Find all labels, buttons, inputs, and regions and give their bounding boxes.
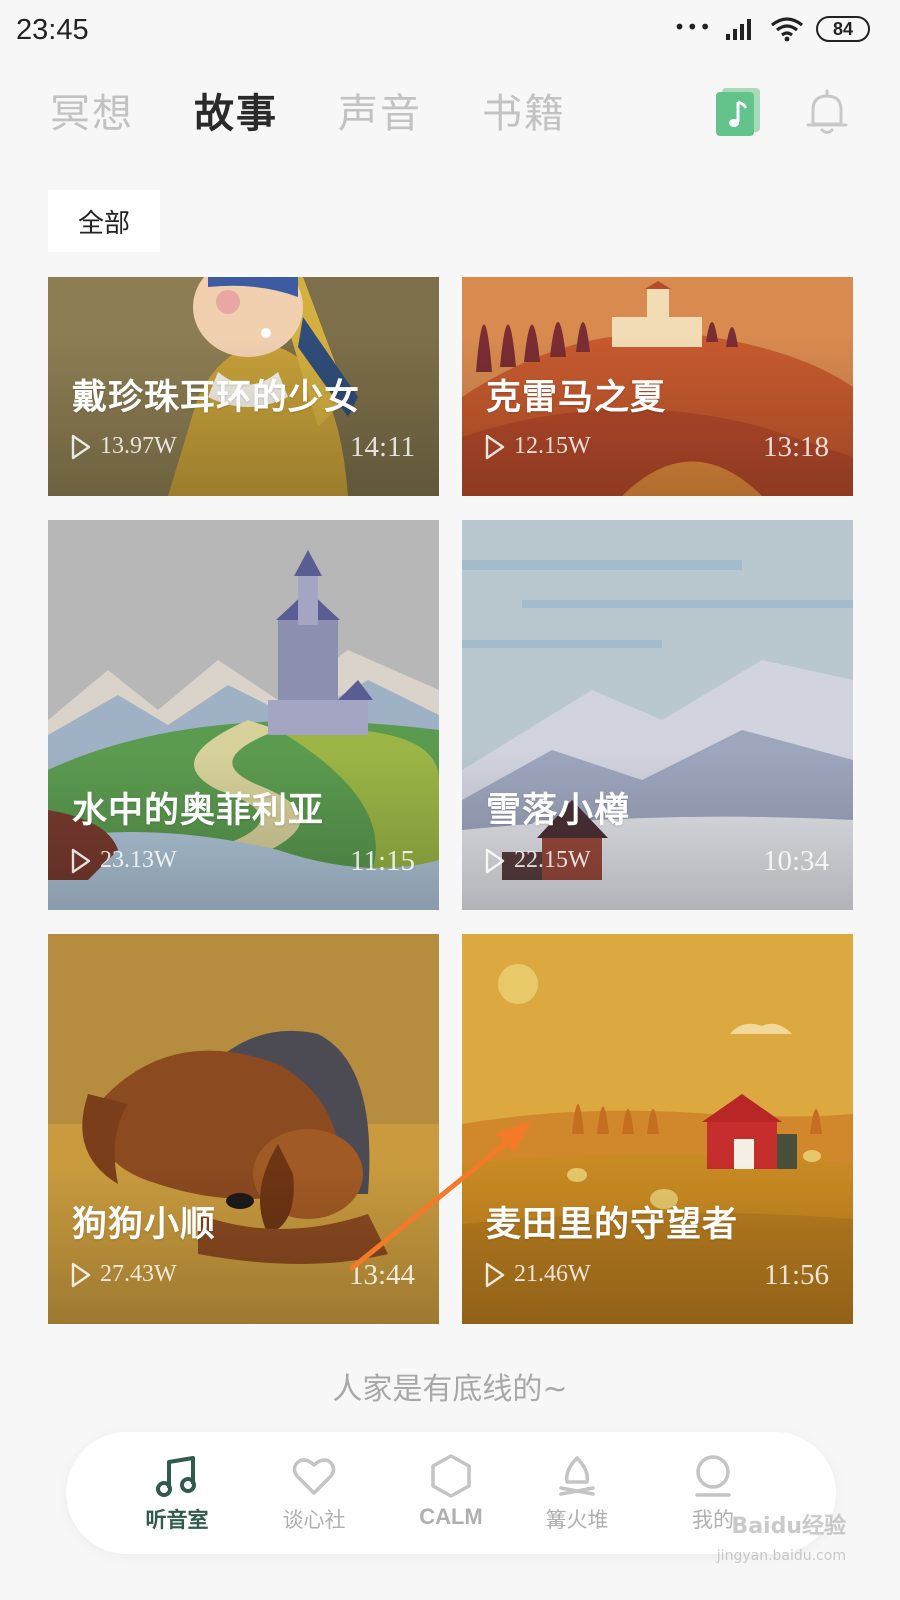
story-title: 麦田里的守望者	[486, 1205, 739, 1245]
tab-books[interactable]: 书籍	[482, 86, 566, 142]
wifi-icon	[771, 17, 803, 42]
play-count: 12.15W	[484, 433, 591, 460]
play-icon	[485, 1262, 505, 1287]
story-duration: 10:34	[762, 845, 829, 877]
status-icons: ••• 84	[674, 16, 870, 42]
signal-icon	[726, 19, 751, 40]
play-count: 21.46W	[484, 1261, 591, 1288]
play-icon	[485, 434, 505, 459]
play-count: 22.15W	[484, 847, 591, 874]
play-icon	[71, 434, 91, 459]
more-dots-icon: •••	[673, 15, 712, 39]
play-count-text: 12.15W	[514, 433, 591, 459]
story-duration: 14:11	[350, 431, 415, 463]
tab-stories[interactable]: 故事	[194, 86, 278, 142]
story-duration: 11:15	[350, 845, 415, 877]
play-count-text: 22.15W	[514, 847, 591, 873]
play-count-text: 23.13W	[100, 847, 177, 873]
end-of-list-note: 人家是有底线的~	[332, 1372, 568, 1407]
nav-calm[interactable]: CALM	[396, 1452, 506, 1530]
bottom-nav: 听音室 谈心社 CALM 篝火堆 我的	[66, 1432, 836, 1554]
bell-icon[interactable]	[803, 88, 851, 138]
story-title: 狗狗小顺	[72, 1205, 217, 1245]
nav-label: 听音室	[145, 1508, 209, 1532]
hexagon-icon	[431, 1454, 471, 1498]
nav-listening-room[interactable]: 听音室	[122, 1452, 232, 1534]
nav-campfire[interactable]: 篝火堆	[522, 1452, 632, 1534]
profile-icon	[695, 1455, 731, 1497]
battery-indicator: 84	[816, 16, 870, 42]
story-card[interactable]: 狗狗小顺 27.43W 13:44	[48, 934, 439, 1324]
story-card[interactable]: 克雷马之夏 12.15W 13:18	[462, 277, 853, 496]
story-card[interactable]: 麦田里的守望者 21.46W 11:56	[462, 934, 853, 1324]
nav-heart-talk[interactable]: 谈心社	[259, 1452, 369, 1534]
play-count: 23.13W	[70, 847, 177, 874]
play-count-text: 13.97W	[100, 433, 177, 459]
heart-icon	[292, 1458, 336, 1495]
story-card[interactable]: 戴珍珠耳环的少女 13.97W 14:11	[48, 277, 439, 496]
watermark: Baidu经验	[731, 1514, 846, 1539]
status-time: 23:45	[16, 14, 89, 46]
category-tabs: 冥想 故事 声音 书籍	[50, 86, 626, 142]
play-count-text: 21.46W	[514, 1261, 591, 1287]
play-count: 13.97W	[70, 433, 177, 460]
music-note-icon[interactable]	[714, 86, 764, 136]
story-card[interactable]: 雪落小樽 22.15W 10:34	[462, 520, 853, 910]
campfire-icon	[559, 1456, 595, 1496]
status-bar: 23:45 ••• 84	[0, 0, 900, 62]
nav-label: 谈心社	[282, 1508, 346, 1532]
nav-label: CALM	[419, 1504, 483, 1529]
play-count-text: 27.43W	[100, 1261, 177, 1287]
story-title: 水中的奥菲利亚	[72, 791, 325, 831]
story-title: 雪落小樽	[486, 791, 631, 831]
tab-meditation[interactable]: 冥想	[50, 86, 134, 142]
story-duration: 11:56	[764, 1259, 829, 1291]
story-duration: 13:18	[762, 431, 829, 463]
story-duration: 13:44	[348, 1259, 415, 1291]
story-card[interactable]: 水中的奥菲利亚 23.13W 11:15	[48, 520, 439, 910]
music-note-icon	[156, 1456, 196, 1497]
play-icon	[71, 848, 91, 873]
play-icon	[71, 1262, 91, 1287]
watermark-url: jingyan.baidu.com	[716, 1548, 846, 1564]
story-title: 戴珍珠耳环的少女	[72, 378, 361, 418]
tab-sounds[interactable]: 声音	[338, 86, 422, 142]
story-title: 克雷马之夏	[486, 378, 667, 418]
nav-label: 篝火堆	[545, 1508, 609, 1532]
filter-chip-all[interactable]: 全部	[48, 190, 160, 252]
play-count: 27.43W	[70, 1261, 177, 1288]
play-icon	[485, 848, 505, 873]
